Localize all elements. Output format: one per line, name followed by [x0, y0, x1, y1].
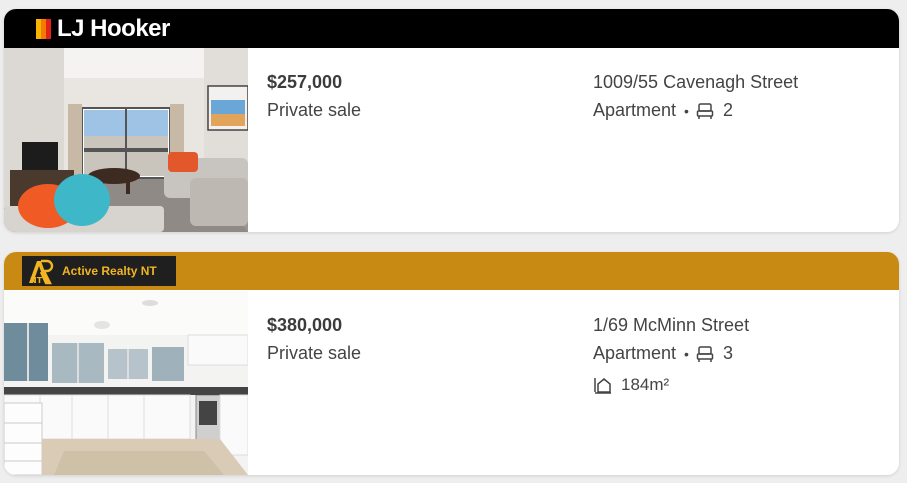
property-photo[interactable]: [4, 48, 248, 232]
listing-price: $380,000: [267, 315, 343, 335]
bed-icon: [696, 345, 714, 362]
listing-card[interactable]: LJ Hooker $257,000 Private sale 1009/55 …: [4, 9, 899, 232]
land-size-icon: [594, 378, 611, 394]
property-type-row: Apartment • 2: [593, 100, 733, 121]
lj-hooker-mark-icon: [36, 18, 51, 39]
listing-price: $257,000: [267, 72, 343, 92]
property-type: Apartment: [593, 100, 677, 120]
active-realty-mark-icon: NT: [29, 259, 54, 285]
bed-icon: [696, 102, 714, 119]
separator-dot: •: [684, 345, 689, 362]
listing-info: $257,000 Private sale 1009/55 Cavenagh S…: [248, 48, 899, 232]
sale-type: Private sale: [267, 343, 362, 363]
land-area: 184m²: [621, 375, 670, 394]
agency-banner: NT Active Realty NT: [4, 252, 899, 290]
property-type-row: Apartment • 3: [593, 343, 733, 364]
sale-type: Private sale: [267, 100, 362, 120]
listing-card[interactable]: NT Active Realty NT $380,000 Private sal…: [4, 252, 899, 475]
agency-logo: NT Active Realty NT: [22, 256, 176, 286]
bedroom-count: 2: [722, 100, 733, 120]
svg-text:NT: NT: [30, 276, 43, 285]
bedroom-count: 3: [722, 343, 733, 363]
agency-name: Active Realty NT: [62, 264, 157, 278]
listing-address[interactable]: 1009/55 Cavenagh Street: [593, 72, 798, 93]
property-photo[interactable]: [4, 291, 248, 475]
property-type: Apartment: [593, 343, 677, 363]
listing-address[interactable]: 1/69 McMinn Street: [593, 315, 749, 336]
agency-logo: LJ Hooker: [36, 15, 170, 43]
agency-name: LJ Hooker: [57, 14, 170, 42]
listing-info: $380,000 Private sale 1/69 McMinn Street…: [248, 291, 899, 475]
separator-dot: •: [684, 102, 689, 119]
agency-banner: LJ Hooker: [4, 9, 899, 48]
land-area-row: 184m²: [593, 375, 669, 395]
